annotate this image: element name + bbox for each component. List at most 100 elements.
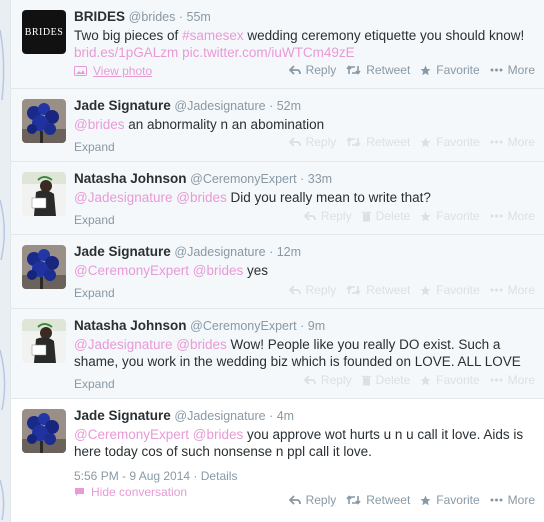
tweet-actions: Reply Retweet Favorite More (288, 63, 535, 77)
details-link[interactable]: Details (201, 469, 238, 483)
reply-button[interactable]: Reply (288, 493, 337, 507)
reply-icon (288, 65, 301, 75)
mention-link[interactable]: @Jadesignature (74, 337, 173, 352)
favorite-button[interactable]: Favorite (420, 493, 480, 507)
avatar[interactable]: BRIDES (22, 10, 66, 54)
tweet-natasha-2[interactable]: Natasha Johnson @CeremonyExpert · 9m @Ja… (11, 309, 544, 399)
separator-dot: · (296, 319, 308, 333)
tweet-natasha-1[interactable]: Natasha Johnson @CeremonyExpert · 33m @J… (11, 162, 544, 235)
author-name[interactable]: Jade Signature (74, 244, 171, 259)
tweet-time[interactable]: 4m (277, 409, 294, 423)
separator-dot: · (265, 409, 277, 423)
favorite-label: Favorite (436, 63, 480, 77)
favorite-button[interactable]: Favorite (420, 283, 480, 297)
more-label: More (507, 63, 535, 77)
mention-link[interactable]: @brides (176, 337, 226, 352)
tweet-time[interactable]: 55m (187, 10, 211, 24)
reply-label: Reply (305, 493, 337, 507)
tweet-header: Jade Signature @Jadesignature · 12m (74, 243, 535, 261)
tweet-jade-2[interactable]: Jade Signature @Jadesignature · 12m @Cer… (11, 235, 544, 309)
tweet-brides[interactable]: BRIDES BRIDES @brides · 55m Two big piec… (11, 0, 544, 89)
mention-link[interactable]: @brides (193, 427, 243, 442)
mention-link[interactable]: @CeremonyExpert (74, 427, 189, 442)
ellipsis-icon (490, 214, 503, 218)
tweet-actions: Reply Delete Favorite More (303, 373, 535, 387)
reply-label: Reply (320, 209, 352, 223)
reply-label: Reply (305, 283, 337, 297)
more-button[interactable]: More (490, 135, 535, 149)
avatar[interactable] (22, 245, 66, 289)
trash-icon (361, 375, 371, 385)
more-button[interactable]: More (490, 373, 535, 387)
avatar-logo: BRIDES (24, 26, 64, 38)
tweet-time[interactable]: 12m (277, 245, 301, 259)
tweet-timestamp[interactable]: 5:56 PM - 9 Aug 2014 (74, 469, 190, 483)
pic-link[interactable]: pic.twitter.com/iuWTCm49zE (182, 45, 355, 60)
more-button[interactable]: More (490, 63, 535, 77)
hashtag-link[interactable]: #samesex (182, 28, 244, 43)
avatar-flowers-image (22, 99, 66, 143)
reply-icon (303, 211, 316, 221)
separator-dot: · (296, 172, 308, 186)
reply-icon (288, 137, 301, 147)
mention-link[interactable]: @brides (74, 117, 124, 132)
mention-link[interactable]: @Jadesignature (74, 190, 173, 205)
author-handle[interactable]: @CeremonyExpert (190, 319, 296, 333)
hide-conversation-label: Hide conversation (91, 485, 188, 499)
author-name[interactable]: Natasha Johnson (74, 318, 187, 333)
favorite-label: Favorite (436, 209, 480, 223)
hide-conversation-link[interactable]: Hide conversation (74, 485, 187, 499)
author-handle[interactable]: @Jadesignature (174, 99, 265, 113)
url-link[interactable]: brid.es/1pGALzm (74, 45, 178, 60)
more-label: More (507, 283, 535, 297)
delete-button[interactable]: Delete (361, 373, 410, 387)
author-name[interactable]: Natasha Johnson (74, 171, 187, 186)
author-name[interactable]: Jade Signature (74, 98, 171, 113)
author-name[interactable]: BRIDES (74, 9, 125, 24)
favorite-button[interactable]: Favorite (420, 209, 480, 223)
author-handle[interactable]: @Jadesignature (174, 245, 265, 259)
reply-button[interactable]: Reply (303, 209, 352, 223)
favorite-button[interactable]: Favorite (420, 63, 480, 77)
mention-link[interactable]: @CeremonyExpert (74, 263, 189, 278)
favorite-button[interactable]: Favorite (420, 373, 480, 387)
star-icon (420, 65, 431, 75)
tweet-jade-3-expanded[interactable]: Jade Signature @Jadesignature · 4m @Cere… (11, 399, 544, 522)
avatar[interactable] (22, 409, 66, 453)
avatar-person-image (22, 172, 66, 216)
retweet-button[interactable]: Retweet (346, 135, 410, 149)
reply-icon (288, 495, 301, 505)
mention-link[interactable]: @brides (176, 190, 226, 205)
retweet-button[interactable]: Retweet (346, 283, 410, 297)
more-label: More (507, 493, 535, 507)
reply-button[interactable]: Reply (288, 63, 337, 77)
reply-button[interactable]: Reply (288, 283, 337, 297)
favorite-button[interactable]: Favorite (420, 135, 480, 149)
tweet-time[interactable]: 33m (308, 172, 332, 186)
retweet-button[interactable]: Retweet (346, 493, 410, 507)
avatar[interactable] (22, 319, 66, 363)
retweet-button[interactable]: Retweet (346, 63, 410, 77)
mention-link[interactable]: @brides (193, 263, 243, 278)
author-handle[interactable]: @Jadesignature (174, 409, 265, 423)
tweet-time[interactable]: 9m (308, 319, 325, 333)
delete-button[interactable]: Delete (361, 209, 410, 223)
reply-label: Reply (305, 63, 337, 77)
author-handle[interactable]: @CeremonyExpert (190, 172, 296, 186)
more-button[interactable]: More (490, 209, 535, 223)
star-icon (420, 211, 431, 221)
view-photo-link[interactable]: View photo (74, 64, 152, 78)
more-button[interactable]: More (490, 283, 535, 297)
avatar[interactable] (22, 99, 66, 143)
tweet-time[interactable]: 52m (277, 99, 301, 113)
avatar[interactable] (22, 172, 66, 216)
tweet-jade-1[interactable]: Jade Signature @Jadesignature · 52m @bri… (11, 89, 544, 162)
author-name[interactable]: Jade Signature (74, 408, 171, 423)
reply-button[interactable]: Reply (288, 135, 336, 149)
text-fragment: Did you really mean to write that? (226, 190, 431, 205)
author-handle[interactable]: @brides (129, 10, 176, 24)
favorite-label: Favorite (436, 373, 480, 387)
more-button[interactable]: More (490, 493, 535, 507)
reply-button[interactable]: Reply (303, 373, 352, 387)
tweet-timestamp-line: 5:56 PM - 9 Aug 2014 · Details (74, 469, 535, 483)
